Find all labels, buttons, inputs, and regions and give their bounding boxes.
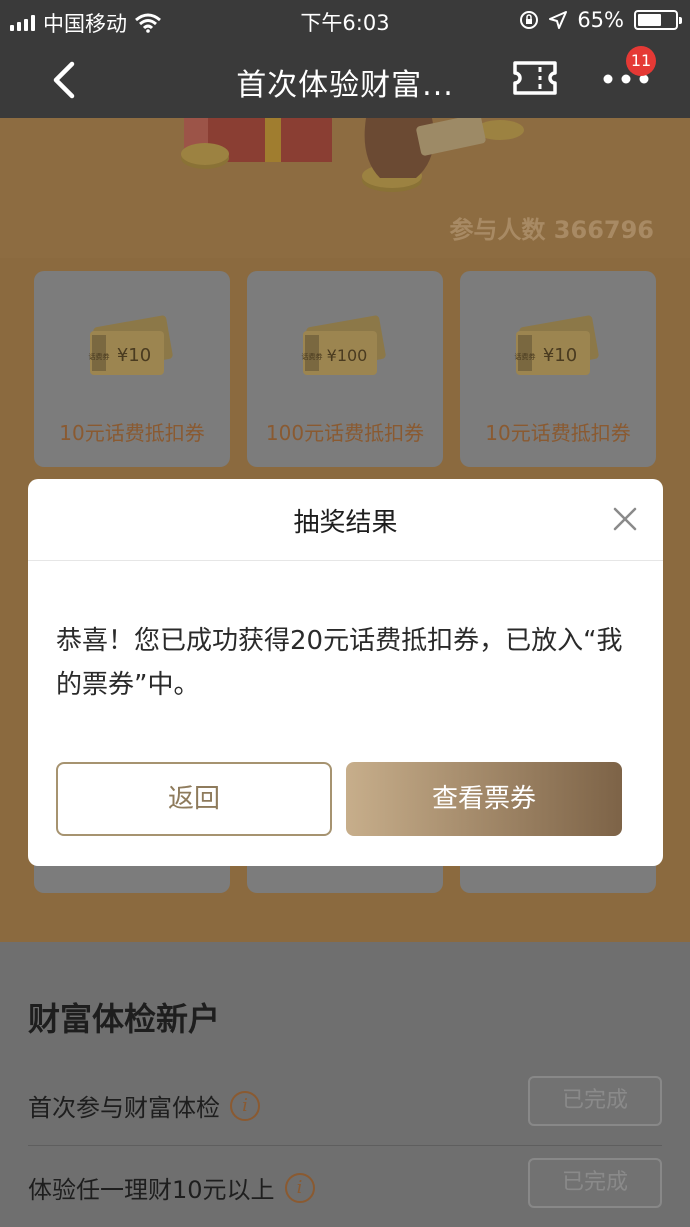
- location-arrow-icon: [549, 11, 568, 29]
- task-section: 财富体检新户 首次参与财富体检 i 已完成 体验任一理财10元以上 i 已完成: [0, 942, 690, 1227]
- dialog-divider: [28, 560, 663, 561]
- coupon-tag: 话费券: [89, 352, 110, 361]
- coupon-amount: ¥100: [327, 346, 368, 365]
- info-icon[interactable]: i: [284, 1172, 315, 1203]
- task-status-button[interactable]: 已完成: [528, 1076, 662, 1126]
- task-label-wrap: 体验任一理财10元以上 i: [28, 1170, 315, 1205]
- coupon-ticket-icon: 话费券 ¥100: [302, 315, 386, 375]
- coupon-amount: ¥10: [117, 345, 151, 366]
- task-status-button[interactable]: 已完成: [528, 1158, 662, 1208]
- orientation-lock-icon: [520, 11, 539, 29]
- coupon-tag: 话费券: [302, 352, 323, 361]
- battery-icon: [634, 10, 682, 30]
- info-icon[interactable]: i: [230, 1090, 260, 1121]
- coupon-card[interactable]: 话费券 ¥100 100元话费抵扣券: [247, 271, 443, 467]
- coupon-ticket-icon: 话费券 ¥10: [515, 315, 599, 375]
- task-row: 体验任一理财10元以上 i 已完成: [28, 1148, 662, 1227]
- task-label-wrap: 首次参与财富体检 i: [28, 1088, 260, 1123]
- section-title: 财富体检新户: [28, 1000, 221, 1038]
- dialog-title: 抽奖结果: [293, 508, 398, 538]
- task-row: 首次参与财富体检 i 已完成: [28, 1066, 662, 1146]
- coupon-card[interactable]: 话费券 ¥10 10元话费抵扣券: [34, 271, 230, 467]
- ticket-icon[interactable]: [512, 60, 558, 96]
- result-dialog: 抽奖结果 恭喜！您已成功获得20元话费抵扣券，已放入“我的票券”中。 返回 查看…: [28, 479, 663, 866]
- battery-percent: 65%: [577, 8, 624, 32]
- status-bar: 中国移动 下午6:03 65%: [0, 0, 690, 40]
- task-label: 体验任一理财10元以上: [28, 1176, 275, 1204]
- participants-count: 参与人数 366796: [449, 216, 654, 244]
- view-tickets-button[interactable]: 查看票券: [346, 762, 622, 836]
- coupon-tag: 话费券: [515, 352, 536, 361]
- coupon-card[interactable]: 话费券 ¥10 10元话费抵扣券: [460, 271, 656, 467]
- page-title: 首次体验财富...: [236, 68, 454, 103]
- nav-bar: 首次体验财富...: [0, 40, 690, 118]
- battery-fill: [638, 14, 662, 26]
- coupon-amount: ¥10: [543, 345, 577, 366]
- coupon-ticket-icon: 话费券 ¥10: [89, 315, 173, 375]
- notification-badge: 11: [626, 46, 656, 76]
- dialog-message: 恭喜！您已成功获得20元话费抵扣券，已放入“我的票券”中。: [56, 626, 623, 700]
- status-right: 65%: [519, 8, 682, 32]
- back-button[interactable]: 返回: [56, 762, 332, 836]
- close-icon[interactable]: [613, 507, 637, 531]
- coupon-label: 10元话费抵扣券: [485, 421, 631, 445]
- divider: [28, 1145, 662, 1146]
- coupon-label: 100元话费抵扣券: [265, 421, 425, 445]
- coupon-label: 10元话费抵扣券: [59, 421, 205, 445]
- task-label: 首次参与财富体检: [28, 1094, 220, 1122]
